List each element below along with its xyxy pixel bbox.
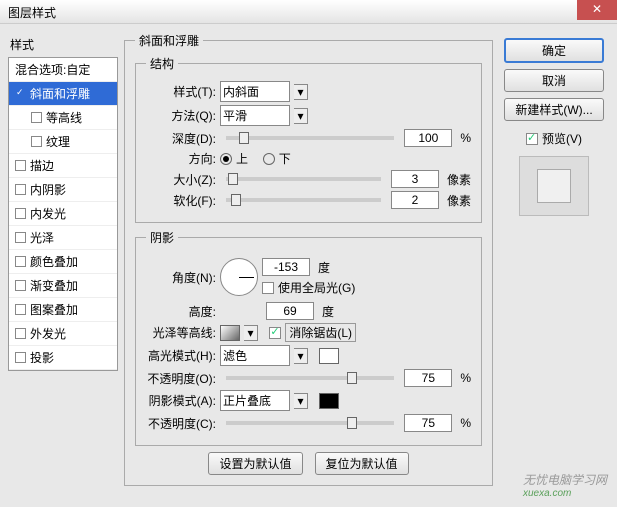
gloss-contour-swatch[interactable] [220, 325, 240, 341]
chevron-down-icon[interactable]: ▾ [294, 108, 308, 124]
preview-checkbox[interactable] [526, 133, 538, 145]
shadow-opacity-label: 不透明度(C): [146, 415, 216, 432]
checkbox-icon[interactable] [15, 352, 26, 363]
list-item-outerglow[interactable]: 外发光 [9, 322, 117, 346]
depth-slider[interactable] [226, 136, 394, 140]
list-item-satin[interactable]: 光泽 [9, 226, 117, 250]
highlight-opacity-input[interactable]: 75 [404, 369, 452, 387]
global-light-checkbox[interactable] [262, 282, 274, 294]
bevel-fieldset: 斜面和浮雕 结构 样式(T):内斜面▾ 方法(Q):平滑▾ 深度(D):100%… [124, 32, 493, 486]
structure-legend: 结构 [146, 55, 178, 72]
checkbox-icon[interactable] [15, 304, 26, 315]
depth-input[interactable]: 100 [404, 129, 452, 147]
chevron-down-icon[interactable]: ▾ [244, 325, 258, 341]
shadow-mode-select[interactable]: 正片叠底 [220, 390, 290, 411]
soften-label: 软化(F): [146, 192, 216, 209]
angle-label: 角度(N): [146, 269, 216, 286]
altitude-label: 高度: [146, 303, 216, 320]
checkbox-icon[interactable] [15, 208, 26, 219]
highlight-mode-label: 高光模式(H): [146, 347, 216, 364]
make-default-button[interactable]: 设置为默认值 [208, 452, 302, 475]
shadow-mode-label: 阴影模式(A): [146, 392, 216, 409]
list-item-stroke[interactable]: 描边 [9, 154, 117, 178]
ok-button[interactable]: 确定 [504, 38, 604, 63]
cancel-button[interactable]: 取消 [504, 69, 604, 92]
gloss-label: 光泽等高线: [146, 324, 216, 341]
technique-select[interactable]: 平滑 [220, 105, 290, 126]
checkbox-icon[interactable] [15, 88, 26, 99]
altitude-input[interactable]: 69 [266, 302, 314, 320]
shading-legend: 阴影 [146, 229, 178, 246]
checkbox-icon[interactable] [15, 160, 26, 171]
technique-label: 方法(Q): [146, 107, 216, 124]
list-item-patternoverlay[interactable]: 图案叠加 [9, 298, 117, 322]
checkbox-icon[interactable] [15, 184, 26, 195]
soften-input[interactable]: 2 [391, 191, 439, 209]
right-panel: 确定 取消 新建样式(W)... 预览(V) [499, 32, 609, 492]
structure-fieldset: 结构 样式(T):内斜面▾ 方法(Q):平滑▾ 深度(D):100% 方向:上 … [135, 55, 482, 223]
styles-list: 混合选项:自定 斜面和浮雕 等高线 纹理 描边 内阴影 内发光 光泽 颜色叠加 … [8, 57, 118, 371]
angle-wheel[interactable] [220, 258, 258, 296]
watermark: 无忧电脑学习网 xuexa.com [523, 471, 607, 499]
highlight-mode-select[interactable]: 滤色 [220, 345, 290, 366]
chevron-down-icon[interactable]: ▾ [294, 84, 308, 100]
highlight-color-swatch[interactable] [319, 348, 339, 364]
checkbox-icon[interactable] [15, 256, 26, 267]
list-item-contour[interactable]: 等高线 [9, 106, 117, 130]
reset-default-button[interactable]: 复位为默认值 [315, 452, 409, 475]
list-item-bevel[interactable]: 斜面和浮雕 [9, 82, 117, 106]
checkbox-icon[interactable] [31, 112, 42, 123]
size-label: 大小(Z): [146, 171, 216, 188]
chevron-down-icon[interactable]: ▾ [294, 348, 308, 364]
direction-down-radio[interactable] [263, 153, 275, 165]
styles-sidebar: 样式 混合选项:自定 斜面和浮雕 等高线 纹理 描边 内阴影 内发光 光泽 颜色… [8, 32, 118, 492]
angle-input[interactable]: -153 [262, 258, 310, 276]
list-item-gradientoverlay[interactable]: 渐变叠加 [9, 274, 117, 298]
shadow-opacity-slider[interactable] [226, 421, 394, 425]
checkbox-icon[interactable] [15, 280, 26, 291]
center-panel: 斜面和浮雕 结构 样式(T):内斜面▾ 方法(Q):平滑▾ 深度(D):100%… [124, 32, 493, 492]
depth-label: 深度(D): [146, 130, 216, 147]
bevel-legend: 斜面和浮雕 [135, 32, 203, 49]
checkbox-icon[interactable] [31, 136, 42, 147]
antialias-checkbox[interactable] [269, 327, 281, 339]
highlight-opacity-slider[interactable] [226, 376, 394, 380]
window-title: 图层样式 [8, 6, 56, 20]
shadow-color-swatch[interactable] [319, 393, 339, 409]
close-icon[interactable]: ✕ [577, 0, 617, 20]
list-item-coloroverlay[interactable]: 颜色叠加 [9, 250, 117, 274]
soften-slider[interactable] [226, 198, 381, 202]
size-slider[interactable] [226, 177, 381, 181]
checkbox-icon[interactable] [15, 328, 26, 339]
titlebar: 图层样式 ✕ [0, 0, 617, 24]
size-input[interactable]: 3 [391, 170, 439, 188]
sidebar-header: 样式 [8, 32, 118, 57]
style-label: 样式(T): [146, 83, 216, 100]
highlight-opacity-label: 不透明度(O): [146, 370, 216, 387]
list-item-texture[interactable]: 纹理 [9, 130, 117, 154]
direction-up-radio[interactable] [220, 153, 232, 165]
shadow-opacity-input[interactable]: 75 [404, 414, 452, 432]
preview-swatch [519, 156, 589, 216]
list-item-dropshadow[interactable]: 投影 [9, 346, 117, 370]
list-item-innerglow[interactable]: 内发光 [9, 202, 117, 226]
chevron-down-icon[interactable]: ▾ [294, 393, 308, 409]
shading-fieldset: 阴影 角度(N): -153度 使用全局光(G) 高度:69度 光泽等高线:▾ … [135, 229, 482, 446]
style-select[interactable]: 内斜面 [220, 81, 290, 102]
direction-label: 方向: [146, 150, 216, 167]
new-style-button[interactable]: 新建样式(W)... [504, 98, 604, 121]
checkbox-icon[interactable] [15, 232, 26, 243]
list-item-blend[interactable]: 混合选项:自定 [9, 58, 117, 82]
list-item-innershadow[interactable]: 内阴影 [9, 178, 117, 202]
